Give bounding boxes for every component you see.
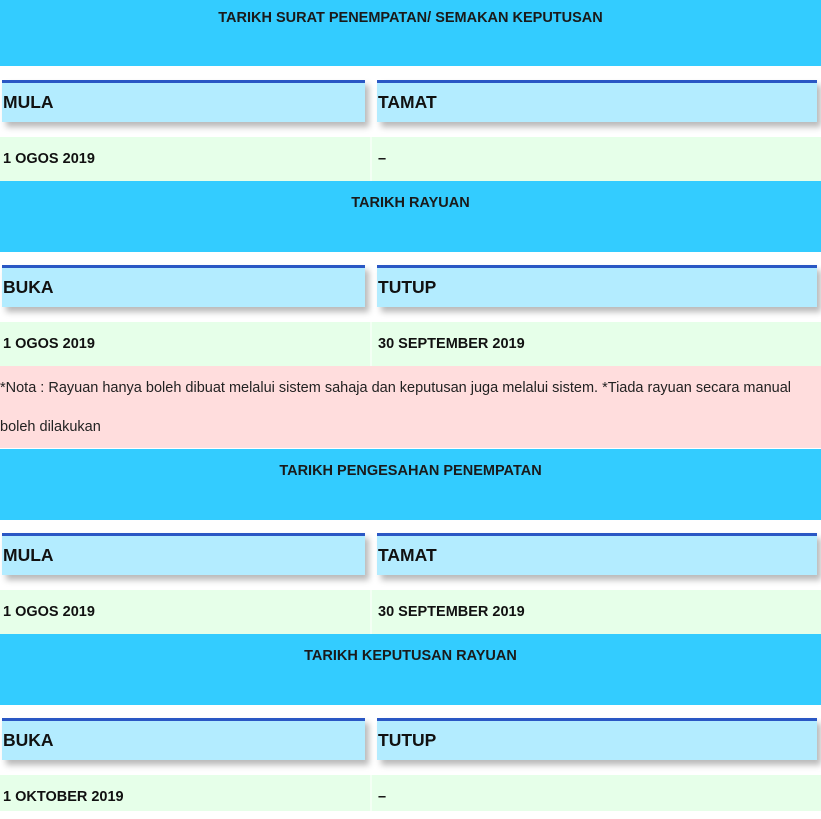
- column-header-label: MULA: [3, 545, 54, 565]
- column-header-start: MULA: [2, 80, 365, 122]
- column-header-label: TUTUP: [378, 277, 437, 297]
- open-date-value: 1 OKTOBER 2019: [3, 789, 124, 805]
- start-date-value: 1 OGOS 2019: [3, 151, 95, 167]
- cell-divider: [370, 137, 372, 181]
- close-date-value: –: [378, 789, 387, 805]
- column-header-label: TAMAT: [378, 545, 437, 565]
- section-header: TARIKH RAYUAN: [0, 181, 821, 252]
- date-value-row: 1 OGOS 2019 30 SEPTEMBER 2019: [0, 590, 821, 634]
- start-date-value: 1 OGOS 2019: [3, 604, 95, 620]
- column-header-close: TUTUP: [377, 265, 817, 307]
- end-date-value: 30 SEPTEMBER 2019: [378, 604, 525, 620]
- section-title: TARIKH SURAT PENEMPATAN/ SEMAKAN KEPUTUS…: [218, 10, 603, 26]
- section-title: TARIKH PENGESAHAN PENEMPATAN: [279, 463, 542, 479]
- column-header-end: TAMAT: [377, 533, 817, 575]
- section-header: TARIKH KEPUTUSAN RAYUAN: [0, 634, 821, 705]
- column-header-end: TAMAT: [377, 80, 817, 122]
- close-date-value: 30 SEPTEMBER 2019: [378, 336, 525, 352]
- column-header-open: BUKA: [2, 718, 365, 760]
- cell-divider: [370, 775, 372, 811]
- column-header-label: BUKA: [3, 277, 54, 297]
- column-header-start: MULA: [2, 533, 365, 575]
- column-header-label: BUKA: [3, 730, 54, 750]
- end-date-value: –: [378, 151, 387, 167]
- date-value-row: 1 OGOS 2019 30 SEPTEMBER 2019: [0, 322, 821, 366]
- cell-divider: [370, 322, 372, 366]
- appeal-note: *Nota : Rayuan hanya boleh dibuat melalu…: [0, 366, 821, 448]
- section-header: TARIKH SURAT PENEMPATAN/ SEMAKAN KEPUTUS…: [0, 0, 821, 66]
- section-title: TARIKH RAYUAN: [351, 195, 470, 211]
- column-header-label: TUTUP: [378, 730, 437, 750]
- column-header-label: MULA: [3, 92, 54, 112]
- date-value-row: 1 OKTOBER 2019 –: [0, 775, 821, 811]
- date-value-row: 1 OGOS 2019 –: [0, 137, 821, 181]
- cell-divider: [370, 590, 372, 634]
- section-title: TARIKH KEPUTUSAN RAYUAN: [304, 648, 517, 664]
- column-header-label: TAMAT: [378, 92, 437, 112]
- open-date-value: 1 OGOS 2019: [3, 336, 95, 352]
- section-header: TARIKH PENGESAHAN PENEMPATAN: [0, 449, 821, 520]
- column-header-open: BUKA: [2, 265, 365, 307]
- column-header-close: TUTUP: [377, 718, 817, 760]
